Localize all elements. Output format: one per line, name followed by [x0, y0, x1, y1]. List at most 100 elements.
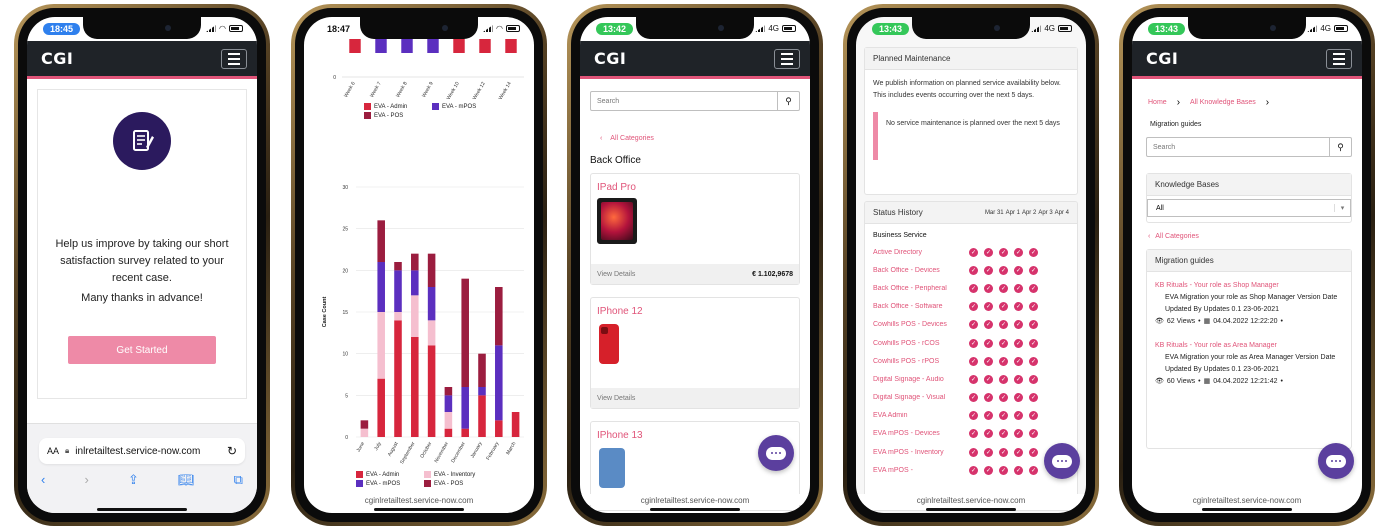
check-circle-icon: ✓ — [984, 320, 993, 330]
y-tick-label: 25 — [342, 227, 348, 233]
check-circle-icon: ✓ — [984, 283, 993, 293]
stacked-bar-segment — [411, 253, 419, 271]
footer-url: cginlretailtest.service-now.com — [856, 494, 1086, 505]
check-circle-icon: ✓ — [999, 374, 1008, 384]
legend-item: EVA - Admin — [356, 471, 414, 478]
signal-icon — [483, 25, 494, 32]
check-circle-icon: ✓ — [1014, 429, 1023, 439]
maintenance-notice: No service maintenance is planned over t… — [873, 112, 1069, 160]
home-indicator — [97, 508, 187, 511]
check-circle-icon: ✓ — [984, 247, 993, 257]
view-details-link[interactable]: View Details — [597, 271, 635, 278]
catalog-item[interactable]: IPad Pro View Details € 1.102,9678 — [590, 173, 800, 285]
service-name[interactable]: Cowhills POS - rPOS — [873, 358, 969, 365]
hamburger-menu-icon[interactable] — [774, 48, 800, 69]
service-name[interactable]: Back Office - Software — [873, 303, 969, 310]
chevron-left-icon: ‹ — [600, 135, 603, 142]
stacked-bar-segment — [377, 378, 385, 437]
book-icon[interactable]: 📖︎ — [178, 472, 195, 488]
search-icon[interactable]: ⚲ — [777, 92, 799, 110]
item-title[interactable]: IPhone 12 — [591, 298, 799, 321]
breadcrumb-all-kb[interactable]: All Knowledge Bases — [1190, 99, 1256, 106]
cgi-logo[interactable]: CGI — [594, 49, 626, 68]
catalog-item[interactable]: IPhone 12 View Details — [590, 297, 800, 409]
service-name[interactable]: Active Directory — [873, 249, 969, 256]
stacked-bar-segment — [478, 353, 486, 387]
check-circle-icon: ✓ — [969, 247, 978, 257]
service-name[interactable]: EVA mPOS - Inventory — [873, 449, 969, 456]
service-name[interactable]: Digital Signage - Visual — [873, 394, 969, 401]
check-circle-icon: ✓ — [1014, 411, 1023, 421]
service-row: Digital Signage - Audio ✓ ✓ ✓ ✓ ✓ — [865, 370, 1077, 388]
kb-select[interactable]: All ▾ — [1147, 199, 1351, 217]
get-started-button[interactable]: Get Started — [68, 336, 216, 364]
phone-knowledge: 13:43 4G CGI Home › All Knowledge Bases … — [1119, 4, 1375, 526]
ipad-image — [597, 198, 637, 244]
service-name[interactable]: Cowhills POS - Devices — [873, 321, 969, 328]
group-label: Business Service — [873, 232, 927, 239]
x-tick-label: September — [399, 441, 417, 465]
service-name[interactable]: EVA mPOS - — [873, 467, 969, 474]
hamburger-menu-icon[interactable] — [221, 48, 247, 69]
check-circle-icon: ✓ — [969, 465, 978, 475]
item-title[interactable]: IPad Pro — [591, 174, 799, 197]
service-name[interactable]: EVA Admin — [873, 412, 969, 419]
iphone-image — [599, 448, 625, 488]
legend-item: EVA - mPOS — [356, 480, 414, 487]
hamburger-menu-icon[interactable] — [1326, 48, 1352, 69]
service-name[interactable]: Cowhills POS - rCOS — [873, 340, 969, 347]
chat-button[interactable] — [1318, 443, 1354, 479]
cgi-logo[interactable]: CGI — [1146, 49, 1178, 68]
search-input[interactable]: Search ⚲ — [590, 91, 800, 111]
check-circle-icon: ✓ — [969, 338, 978, 348]
check-circle-icon: ✓ — [999, 247, 1008, 257]
article-title[interactable]: KB Rituals - Your role as Shop Manager — [1155, 282, 1343, 289]
address-bar[interactable]: AA 🔒︎ inlretailtest.service-now.com ↻ — [39, 438, 245, 464]
cgi-logo[interactable]: CGI — [41, 49, 73, 68]
check-circle-icon: ✓ — [969, 374, 978, 384]
notch — [1188, 17, 1306, 39]
search-input[interactable]: Search ⚲ — [1146, 137, 1352, 157]
back-link-all-categories[interactable]: ‹ All Categories — [1148, 233, 1199, 240]
check-circle-icon: ✓ — [1014, 265, 1023, 275]
survey-message: Help us improve by taking our short sati… — [55, 238, 229, 284]
stacked-bar-segment — [511, 412, 520, 437]
search-icon[interactable]: ⚲ — [1329, 138, 1351, 156]
service-name[interactable]: Digital Signage - Audio — [873, 376, 969, 383]
article[interactable]: KB Rituals - Your role as Shop Manager E… — [1147, 272, 1351, 328]
check-circle-icon: ✓ — [1014, 247, 1023, 257]
tabs-icon[interactable]: ⧉ — [234, 472, 243, 488]
x-tick-label: July — [373, 441, 383, 452]
x-tick-label: Week 7 — [369, 81, 383, 99]
stacked-bar-segment — [411, 337, 419, 437]
service-row: Digital Signage - Visual ✓ ✓ ✓ ✓ ✓ — [865, 389, 1077, 407]
chat-button[interactable] — [1044, 443, 1080, 479]
back-arrow-icon[interactable]: ‹ — [41, 472, 45, 488]
view-details-link[interactable]: View Details — [597, 395, 635, 402]
forward-arrow-icon[interactable]: › — [84, 472, 88, 488]
back-link-all-categories[interactable]: ‹ All Categories — [600, 135, 654, 142]
service-name[interactable]: Back Office - Peripheral — [873, 285, 969, 292]
legend-item: EVA - POS — [364, 112, 422, 119]
reload-icon[interactable]: ↻ — [227, 444, 237, 458]
service-list: Active Directory ✓ ✓ ✓ ✓ ✓ Back Office - Devic… — [865, 243, 1077, 479]
check-circle-icon: ✓ — [1014, 320, 1023, 330]
legend-item: EVA - Inventory — [424, 471, 494, 478]
stacked-bar-segment — [377, 312, 385, 379]
chat-button[interactable] — [758, 435, 794, 471]
planned-text: We publish information on planned servic… — [873, 80, 1061, 99]
article-meta: 👁︎ 60 Views • ▦ 04.04.2022 12:21:42 • — [1155, 376, 1343, 388]
reader-aa-button[interactable]: AA — [47, 446, 59, 456]
share-icon[interactable]: ⇪ — [128, 472, 139, 488]
stacked-bar-segment — [394, 312, 402, 321]
article[interactable]: KB Rituals - Your role as Area Manager E… — [1147, 328, 1351, 388]
article-title[interactable]: KB Rituals - Your role as Area Manager — [1155, 342, 1343, 349]
service-name[interactable]: Back Office - Devices — [873, 267, 969, 274]
breadcrumb-home[interactable]: Home — [1148, 99, 1167, 106]
stacked-bar-segment — [427, 253, 436, 287]
service-name[interactable]: EVA mPOS - Devices — [873, 430, 969, 437]
check-circle-icon: ✓ — [984, 465, 993, 475]
check-circle-icon: ✓ — [1014, 374, 1023, 384]
check-circle-icon: ✓ — [984, 356, 993, 366]
knowledge-bases-panel: Knowledge Bases All ▾ — [1146, 173, 1352, 223]
